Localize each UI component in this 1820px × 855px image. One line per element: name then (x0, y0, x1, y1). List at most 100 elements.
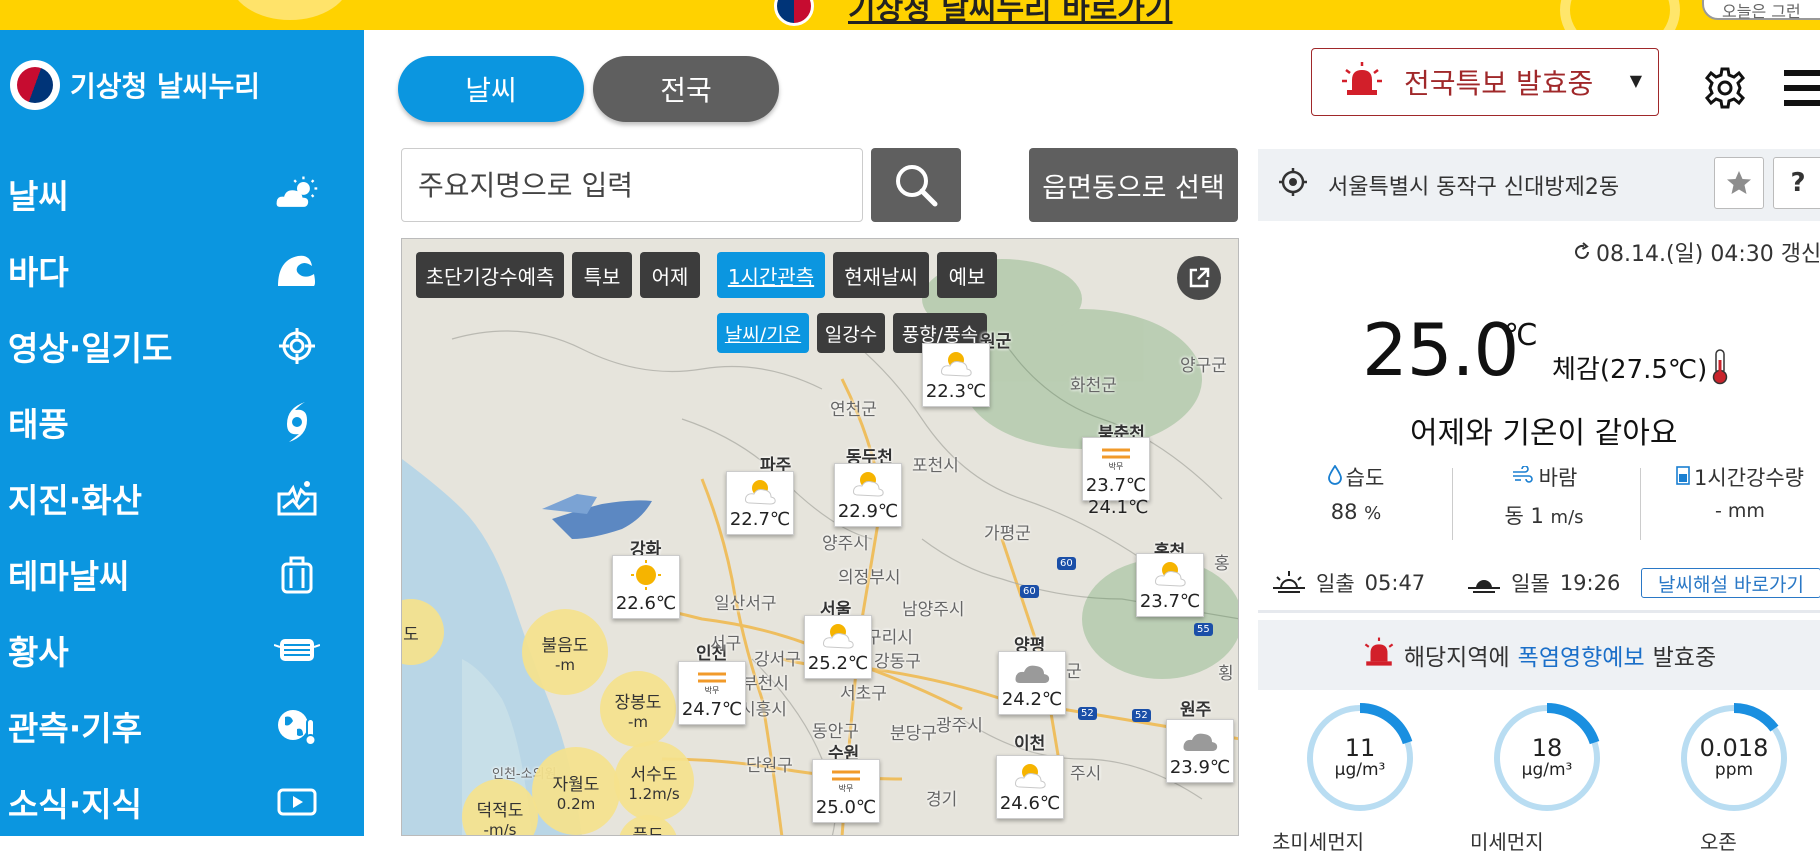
haze-icon: 박무 (1102, 448, 1130, 471)
ozone-value: 0.018 (1699, 734, 1769, 762)
station-card[interactable]: 23.7℃ (1136, 553, 1204, 617)
map-tab-warning[interactable]: 특보 (572, 252, 632, 298)
refresh-icon (1575, 242, 1589, 259)
sea-bubble[interactable]: 서수도 1.2m/s (614, 741, 694, 821)
sea-bubble[interactable]: 자월도 0.2m (532, 747, 620, 835)
sidebar-item-label: 관측·기후 (8, 709, 142, 748)
favorite-button[interactable] (1714, 157, 1764, 209)
sidebar-item-satellite-chart[interactable]: 영상·일기도 (0, 308, 364, 384)
station-card[interactable]: 23.9℃ (1166, 719, 1234, 783)
map-place-label: 분당구 (890, 724, 937, 744)
sidebar-item-news[interactable]: 소식·지식 (0, 764, 364, 840)
menu-icon[interactable] (1784, 70, 1820, 110)
map-place-label: 양주시 (822, 534, 869, 554)
sidebar-item-sea[interactable]: 바다 (0, 232, 364, 308)
weather-map[interactable]: 초단기강수예측 특보 어제 1시간관측 현재날씨 예보 날씨/기온 일강수 풍향… (401, 238, 1239, 836)
station-card[interactable]: 22.9℃ (834, 463, 902, 527)
search-button[interactable] (871, 148, 961, 222)
sea-bubble-value: -m (627, 712, 649, 731)
station-card[interactable]: 24.6℃ (996, 755, 1064, 819)
map-place-label: 부천시 (742, 674, 789, 694)
station-temp: 24.6℃ (999, 793, 1061, 814)
select-by-district-button[interactable]: 읍면동으로 선택 (1029, 148, 1238, 222)
ozone-gauge[interactable]: 0.018 ppm (1678, 702, 1790, 814)
station-temp: 23.9℃ (1169, 757, 1231, 778)
banner-link[interactable]: 기상청 날씨누리 바로가기 (848, 0, 1173, 28)
tab-national[interactable]: 전국 (593, 56, 779, 122)
rainfall-value: - mm (1715, 500, 1765, 522)
sidebar-item-theme-weather[interactable]: 테마날씨 (0, 536, 364, 612)
current-location-icon[interactable] (1278, 167, 1308, 203)
sidebar: 기상청 날씨누리 날씨 바다 영상·일기도 태풍 지진·화산 테마날씨 황사 관… (0, 30, 364, 836)
rain-gauge-icon (1676, 465, 1690, 490)
sidebar-item-weather[interactable]: 날씨 (0, 156, 364, 232)
rainfall-label: 1시간강수량 (1694, 466, 1804, 490)
search-input[interactable] (401, 148, 863, 222)
sea-bubble-value: 0.2m (556, 794, 596, 813)
station-card[interactable]: 박무 24.7℃ (678, 661, 746, 725)
haze-note: 박무 (1109, 461, 1124, 471)
tab-weather[interactable]: 날씨 (398, 56, 584, 122)
banner-decoration (230, 0, 350, 20)
weather-commentary-link[interactable]: 날씨해설 바로가기 (1641, 568, 1820, 598)
brand-name: 기상청 날씨누리 (70, 70, 261, 103)
sunrise-icon (1272, 569, 1306, 598)
map-subtab-weather-temp[interactable]: 날씨/기온 (717, 313, 809, 353)
updated-time[interactable]: 08.14.(일) 04:30 갱신 (1572, 236, 1820, 268)
banner-right-button[interactable]: 오늘은 그런 (1702, 0, 1820, 21)
map-subtab-daily-rain[interactable]: 일강수 (817, 313, 885, 353)
station-card[interactable]: 25.2℃ (804, 615, 872, 679)
map-place-label: 주시 (1070, 764, 1102, 784)
national-alert-select[interactable]: 전국특보 발효중 ▼ (1311, 48, 1659, 116)
station-card[interactable]: 22.7℃ (726, 471, 794, 535)
map-tab-yesterday[interactable]: 어제 (640, 252, 700, 298)
heat-prefix: 해당지역에 (1403, 645, 1510, 671)
gear-icon[interactable] (1703, 66, 1747, 110)
station-temp: 24.2℃ (1001, 689, 1063, 710)
heat-wave-forecast-link[interactable]: 폭염영향예보 (1518, 638, 1645, 672)
open-external-icon[interactable] (1177, 256, 1221, 300)
station-card[interactable]: 22.6℃ (612, 555, 680, 619)
brand[interactable]: 기상청 날씨누리 (10, 60, 260, 110)
wind-value: 1 (1530, 504, 1544, 528)
pm25-gauge[interactable]: 11 μg/m³ (1304, 702, 1416, 814)
help-button[interactable]: ? (1773, 157, 1820, 209)
station-card[interactable]: 22.3℃ (922, 343, 990, 407)
sunny-icon (631, 560, 661, 590)
location-name: 서울특별시 동작구 신대방제2동 (1328, 175, 1620, 200)
map-tab-forecast[interactable]: 예보 (937, 252, 997, 298)
sidebar-item-yellow-dust[interactable]: 황사 (0, 612, 364, 688)
station-card[interactable]: 24.2℃ (998, 651, 1066, 715)
map-tab-nowcast[interactable]: 초단기강수예측 (416, 252, 564, 298)
station-card[interactable]: 박무 23.7℃ (1082, 437, 1150, 501)
sidebar-item-observation-climate[interactable]: 관측·기후 (0, 688, 364, 764)
partly-cloudy-icon (1015, 764, 1046, 789)
station-temp: 24.1℃ (1088, 497, 1149, 518)
search-icon (896, 165, 938, 207)
station-temp: 23.7℃ (1085, 475, 1147, 496)
map-place-label: 횡 (1218, 664, 1234, 684)
top-banner[interactable]: 기상청 날씨누리 바로가기 오늘은 그런 (0, 0, 1820, 30)
divider (1258, 610, 1820, 613)
sea-bubble[interactable]: 불음도 -m (522, 609, 608, 695)
sunset-time: 19:26 (1559, 571, 1621, 595)
map-place-label: 화천군 (1070, 376, 1117, 396)
map-place-label: 서초구 (840, 684, 887, 704)
map-tab-hourly-observation[interactable]: 1시간관측 (717, 252, 825, 298)
pm10-gauge[interactable]: 18 μg/m³ (1491, 702, 1603, 814)
station-card[interactable]: 박무 25.0℃ (812, 759, 880, 823)
sea-bubble-value: -m (554, 655, 576, 674)
map-place-label: 군 (1066, 662, 1082, 682)
map-tab-current-weather[interactable]: 현재날씨 (833, 252, 929, 298)
station-temp: 25.2℃ (807, 653, 869, 674)
sidebar-item-earthquake[interactable]: 지진·화산 (0, 460, 364, 536)
haze-icon: 박무 (698, 672, 726, 695)
partly-cloudy-icon (823, 624, 854, 649)
current-temperature: 25.0 (1362, 308, 1519, 392)
pm10-unit: μg/m³ (1521, 760, 1573, 780)
sea-bubble[interactable]: 장봉도 -m (600, 671, 676, 747)
thermometer-icon (1712, 349, 1728, 385)
sidebar-nav: 날씨 바다 영상·일기도 태풍 지진·화산 테마날씨 황사 관측·기후 소식·지… (0, 156, 364, 840)
sidebar-item-typhoon[interactable]: 태풍 (0, 384, 364, 460)
heat-wave-notice[interactable]: 해당지역에 폭염영향예보 발효중 (1258, 620, 1820, 690)
